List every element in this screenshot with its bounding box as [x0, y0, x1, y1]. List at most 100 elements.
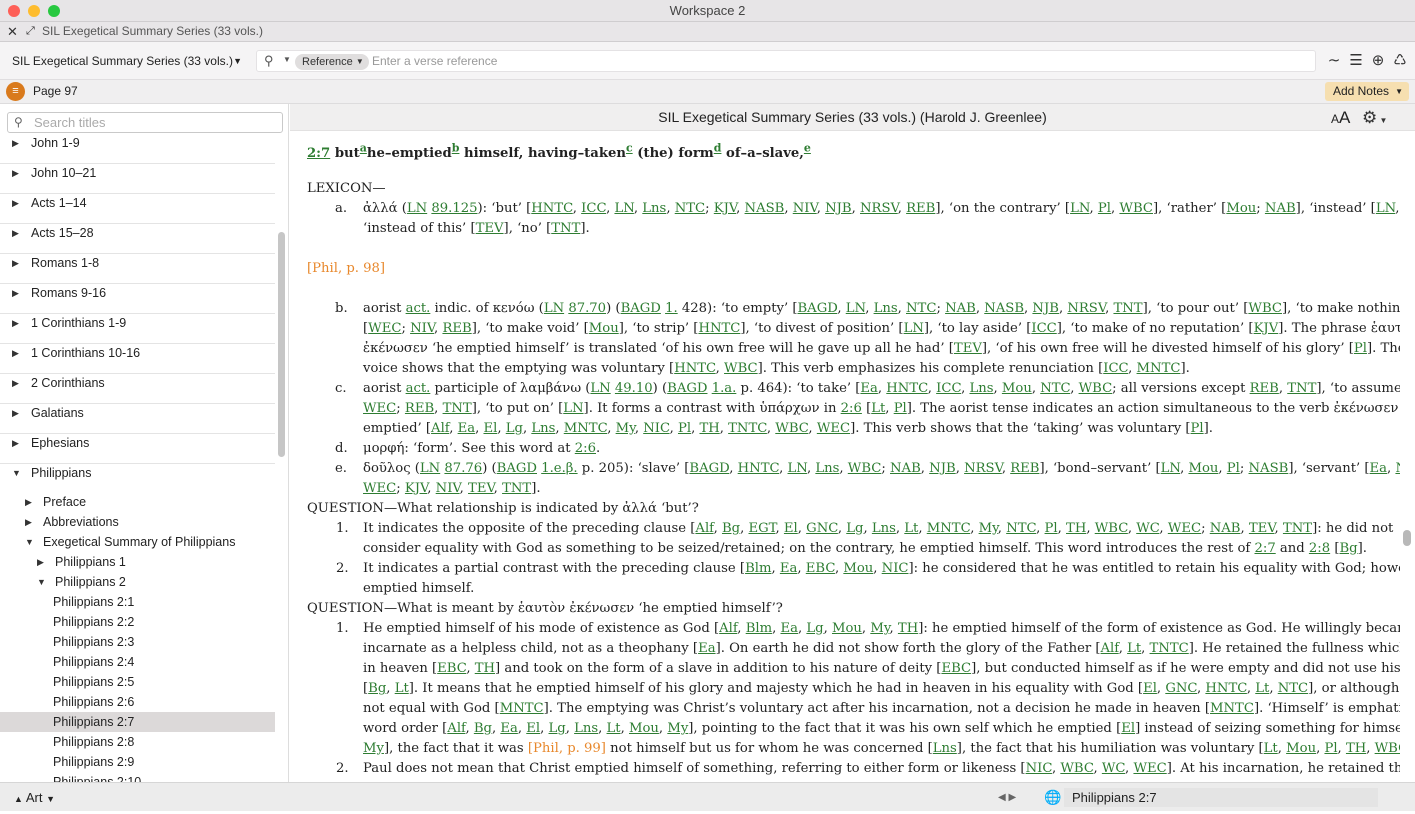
reference-link[interactable]: 1.a.	[712, 381, 737, 396]
toc-item[interactable]: ▶ 2 Corinthians	[0, 374, 275, 404]
reference-link[interactable]: WBC	[1095, 521, 1128, 536]
reference-link[interactable]: NJB	[1032, 301, 1059, 316]
chevron-down-icon[interactable]: ▼	[37, 572, 46, 592]
reference-link[interactable]: EBC	[437, 661, 466, 676]
reference-link[interactable]: NIC	[643, 421, 669, 436]
reference-link[interactable]: BAGD	[797, 301, 837, 316]
reference-link[interactable]: BAGD	[621, 301, 661, 316]
reference-link[interactable]: Lns	[531, 421, 555, 436]
search-type-dropdown[interactable]: Reference ▼	[295, 54, 369, 70]
toc-subitem[interactable]: Philippians 2:8	[0, 732, 275, 752]
reference-link[interactable]: b	[452, 142, 460, 155]
reference-link[interactable]: LN	[420, 461, 440, 476]
reference-link[interactable]: WC	[1102, 761, 1125, 776]
reference-link[interactable]: REB	[1010, 461, 1039, 476]
reference-link[interactable]: NAB	[1210, 521, 1241, 536]
reference-link[interactable]: 2:6	[841, 401, 862, 416]
reference-link[interactable]: act.	[406, 381, 431, 396]
reference-link[interactable]: NASB	[745, 201, 785, 216]
reference-link[interactable]: Lns	[815, 461, 839, 476]
gear-icon[interactable]: ⚙ ▼	[1362, 104, 1387, 134]
reference-link[interactable]: NRSV	[860, 201, 898, 216]
reference-link[interactable]: El	[1121, 721, 1135, 736]
reference-link[interactable]: NIV	[436, 481, 460, 496]
reference-link[interactable]: Ea	[500, 721, 518, 736]
reference-link[interactable]: Lt	[607, 721, 621, 736]
toc-item[interactable]: ▶ 1 Corinthians 1-9	[0, 314, 275, 344]
document-scrollbar[interactable]	[1403, 530, 1411, 546]
reference-link[interactable]: TH	[1346, 741, 1366, 756]
reference-link[interactable]: NJB	[929, 461, 956, 476]
reference-link[interactable]: Ea	[698, 641, 716, 656]
reference-link[interactable]: TH	[475, 661, 495, 676]
reference-link[interactable]: WBC	[1060, 761, 1093, 776]
reference-link[interactable]: Lns	[933, 741, 957, 756]
current-reference-field[interactable]: Philippians 2:7	[1064, 788, 1378, 807]
reference-link[interactable]: TNTC	[1150, 641, 1189, 656]
tilde-icon[interactable]: ∼	[1323, 51, 1345, 69]
reference-link[interactable]: El	[784, 521, 798, 536]
reference-link[interactable]: Lns	[574, 721, 598, 736]
reference-link[interactable]: TNT	[1113, 301, 1142, 316]
chevron-right-icon[interactable]: ▶	[25, 512, 32, 532]
reference-link[interactable]: REB	[442, 321, 471, 336]
reference-link[interactable]: LN	[614, 201, 633, 216]
expand-icon[interactable]: ⤢	[26, 22, 35, 41]
reference-link[interactable]: TEV	[476, 221, 504, 236]
reference-link[interactable]: El	[1143, 681, 1157, 696]
reference-link[interactable]: NIV	[793, 201, 817, 216]
reference-link[interactable]: LN	[904, 321, 924, 336]
toc-subitem[interactable]: Philippians 2:2	[0, 612, 275, 632]
reference-link[interactable]: WBC	[1248, 301, 1282, 316]
reference-link[interactable]: Alf	[1101, 641, 1119, 656]
reference-link[interactable]: ICC	[1103, 361, 1128, 376]
minimize-window-button[interactable]	[28, 5, 40, 17]
reference-link[interactable]: NIC	[1026, 761, 1052, 776]
reference-link[interactable]: Pl	[1191, 421, 1204, 436]
reference-link[interactable]: BAGD	[667, 381, 707, 396]
reference-link[interactable]: TH	[1066, 521, 1086, 536]
reference-link[interactable]: HNTC	[738, 461, 779, 476]
reference-link[interactable]: 1.e.β.	[541, 461, 577, 476]
reference-link[interactable]: LN	[846, 301, 865, 316]
reference-link[interactable]: e	[804, 142, 811, 155]
lexicon-marker[interactable]: b.	[335, 299, 348, 319]
reference-link[interactable]: LN	[544, 301, 564, 316]
recycle-icon[interactable]: ♺	[1389, 51, 1411, 69]
reference-link[interactable]: NTC	[675, 201, 705, 216]
reference-link[interactable]: Lt	[1255, 681, 1269, 696]
reference-link[interactable]: Alf	[447, 721, 465, 736]
reference-link[interactable]: NASB	[1249, 461, 1289, 476]
add-notes-button[interactable]: Add Notes ▼	[1324, 82, 1409, 101]
reference-link[interactable]: LN	[563, 401, 583, 416]
chevron-down-icon[interactable]: ▼	[283, 55, 291, 64]
reference-link[interactable]: HNTC	[1205, 681, 1246, 696]
reference-link[interactable]: NTC	[1006, 521, 1036, 536]
toc-subitem[interactable]: ▶ Philippians 1	[0, 552, 275, 572]
toc-subitem[interactable]: Philippians 2:10	[0, 772, 275, 782]
reference-link[interactable]: Lns	[874, 301, 898, 316]
reference-link[interactable]: NTC	[906, 301, 936, 316]
reference-link[interactable]: Lt	[1264, 741, 1278, 756]
reference-link[interactable]: Bg	[1339, 541, 1357, 556]
reference-link[interactable]: Pl	[1045, 521, 1058, 536]
chevron-right-icon[interactable]: ▶	[12, 404, 19, 422]
reference-link[interactable]: WBC	[1375, 741, 1400, 756]
reference-link[interactable]: WBC	[1119, 201, 1153, 216]
reference-link[interactable]: NIC	[882, 561, 909, 576]
chevron-right-icon[interactable]: ▶	[12, 314, 19, 332]
reference-link[interactable]: Lg	[846, 521, 863, 536]
reference-link[interactable]: Pl	[894, 401, 907, 416]
reference-link[interactable]: TNT	[443, 401, 472, 416]
reference-link[interactable]: TNT	[551, 221, 580, 236]
search-icon[interactable]: ⚲	[264, 53, 274, 69]
reference-link[interactable]: MNTC	[1137, 361, 1181, 376]
reference-link[interactable]: My	[616, 421, 635, 436]
reference-link[interactable]: 1.	[665, 301, 678, 316]
reference-link[interactable]: TH	[898, 621, 918, 636]
reference-link[interactable]: WBC	[775, 421, 808, 436]
toc-subitem[interactable]: Philippians 2:5	[0, 672, 275, 692]
reference-link[interactable]: LN	[407, 201, 427, 216]
reference-link[interactable]: NRSV	[964, 461, 1002, 476]
lexicon-marker[interactable]: c.	[335, 379, 347, 399]
